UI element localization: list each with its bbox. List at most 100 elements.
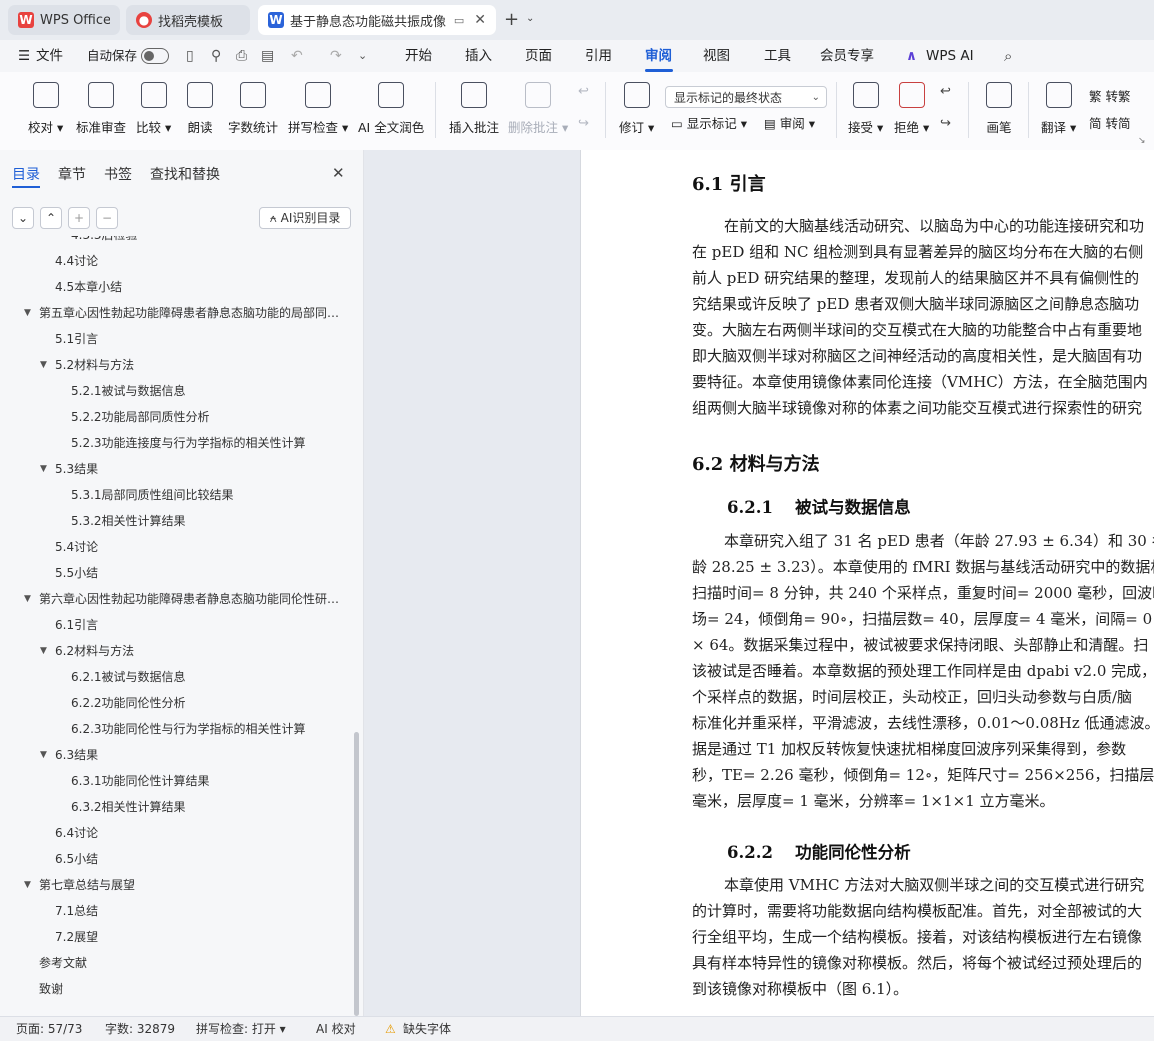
show-markup-button[interactable]: ▭ 显示标记 ▾ xyxy=(671,114,747,134)
toc-item[interactable]: 6.1引言 xyxy=(55,612,340,638)
close-pane-icon[interactable]: ✕ xyxy=(332,164,345,182)
tab-list-chevron-icon[interactable]: ⌄ xyxy=(526,13,534,24)
share-icon[interactable]: ⚲ xyxy=(211,40,221,72)
expand-caret-icon[interactable]: ▼ xyxy=(24,880,31,890)
nav-tab-chapter[interactable]: 章节 xyxy=(58,164,86,184)
toc-item[interactable]: 6.5小结 xyxy=(55,846,340,872)
ribbon-expand-icon[interactable]: ↘ xyxy=(1138,136,1146,146)
expand-caret-icon[interactable]: ▼ xyxy=(40,646,47,656)
translate-button[interactable]: 翻译 ▾ xyxy=(1041,78,1076,142)
toc-item[interactable]: 致谢 xyxy=(39,976,340,1002)
undo-icon[interactable]: ↶ xyxy=(291,40,303,72)
toc-item[interactable]: 4.4讨论 xyxy=(55,248,340,274)
nav-tab-bookmark[interactable]: 书签 xyxy=(104,164,132,184)
toc-item[interactable]: 5.1引言 xyxy=(55,326,340,352)
word-count-button[interactable]: 字数统计 xyxy=(228,78,278,142)
toc-item[interactable]: 参考文献 xyxy=(39,950,340,976)
expand-caret-icon[interactable]: ▼ xyxy=(24,308,31,318)
pen-button[interactable]: 画笔 xyxy=(986,78,1012,142)
delete-comment-button[interactable]: 删除批注 ▾ xyxy=(508,78,568,142)
toc-item[interactable]: 第六章心因性勃起功能障碍患者静息态脑功能同伦性研 ... xyxy=(39,586,340,612)
toc-item[interactable]: 6.3.1功能同伦性计算结果 xyxy=(71,768,340,794)
nav-tab-find-replace[interactable]: 查找和替换 xyxy=(150,164,220,184)
to-traditional-button[interactable]: 繁 转繁 xyxy=(1089,87,1131,107)
toc-item[interactable]: 第七章总结与展望 xyxy=(39,872,340,898)
expand-caret-icon[interactable]: ▼ xyxy=(40,464,47,474)
accept-button[interactable]: 接受 ▾ xyxy=(848,78,883,142)
ai-recognize-toc-button[interactable]: ⍲ AI识别目录 xyxy=(259,207,351,229)
proofread-button[interactable]: 校对 ▾ xyxy=(28,78,63,142)
save-icon[interactable]: ▯ xyxy=(186,40,194,72)
tab-document[interactable]: W 基于静息态功能磁共振成像的 ▭ ✕ xyxy=(258,5,496,35)
tab-wps-office[interactable]: W WPS Office xyxy=(8,5,120,35)
toc-item[interactable]: 5.3结果 xyxy=(55,456,340,482)
redo-icon[interactable]: ↷ xyxy=(330,40,342,72)
next-comment-icon[interactable]: ↪ xyxy=(578,116,589,131)
track-changes-button[interactable]: 修订 ▾ xyxy=(619,78,654,142)
toc-item[interactable]: 5.2.2功能局部同质性分析 xyxy=(71,404,340,430)
menu-reference[interactable]: 引用 xyxy=(585,40,612,72)
toc-item[interactable]: 7.1总结 xyxy=(55,898,340,924)
toc-item[interactable]: 6.2.3功能同伦性与行为学指标的相关性计算 xyxy=(71,716,340,742)
nav-tab-toc[interactable]: 目录 xyxy=(12,164,40,184)
add-heading-plus-icon[interactable]: + xyxy=(68,207,90,229)
toc-item[interactable]: 5.3.1局部同质性组间比较结果 xyxy=(71,482,340,508)
print-preview-icon[interactable]: ▤ xyxy=(261,40,274,72)
review-pane-button[interactable]: ▤ 审阅 ▾ xyxy=(764,114,815,134)
insert-comment-button[interactable]: 插入批注 xyxy=(449,78,499,142)
remove-heading-minus-icon[interactable]: − xyxy=(96,207,118,229)
menu-member[interactable]: 会员专享 xyxy=(820,40,874,72)
toc-scrollbar[interactable] xyxy=(354,732,359,1016)
toc-item[interactable]: 5.5小结 xyxy=(55,560,340,586)
next-change-icon[interactable]: ↪ xyxy=(940,116,951,131)
spell-check-button[interactable]: 拼写检查 ▾ xyxy=(288,78,348,142)
toc-item[interactable]: 6.2材料与方法 xyxy=(55,638,340,664)
toc-item[interactable]: 5.3.2相关性计算结果 xyxy=(71,508,340,534)
previous-change-icon[interactable]: ↩ xyxy=(940,84,951,99)
collapse-all-chevron-down-icon[interactable]: ⌄ xyxy=(12,207,34,229)
toc-item[interactable]: 5.2.3功能连接度与行为学指标的相关性计算 xyxy=(71,430,340,456)
read-aloud-button[interactable]: 朗读 xyxy=(187,78,213,142)
menu-insert[interactable]: 插入 xyxy=(465,40,492,72)
page-indicator[interactable]: 页面: 57/73 xyxy=(16,1017,82,1041)
autosave-toggle[interactable] xyxy=(141,48,169,64)
toc-item[interactable]: 7.2展望 xyxy=(55,924,340,950)
file-menu[interactable]: 文件 xyxy=(36,40,63,72)
expand-chevron-up-icon[interactable]: ⌃ xyxy=(40,207,62,229)
close-tab-icon[interactable]: ✕ xyxy=(474,12,486,28)
expand-caret-icon[interactable]: ▼ xyxy=(40,360,47,370)
search-icon[interactable]: ⌕ xyxy=(1004,40,1012,72)
window-icon[interactable]: ▭ xyxy=(454,14,464,27)
previous-comment-icon[interactable]: ↩ xyxy=(578,84,589,99)
menu-tools[interactable]: 工具 xyxy=(764,40,791,72)
toc-item[interactable]: 6.2.2功能同伦性分析 xyxy=(71,690,340,716)
expand-caret-icon[interactable]: ▼ xyxy=(24,594,31,604)
toc-item[interactable]: 4.3.3后检验 xyxy=(71,236,340,248)
document-page[interactable]: 6.1 引言 在前文的大脑基线活动研究、以脑岛为中心的功能连接研究和功在 pED… xyxy=(580,150,1154,1016)
compare-button[interactable]: 比较 ▾ xyxy=(136,78,171,142)
hamburger-icon[interactable]: ☰ xyxy=(18,40,30,72)
tab-template[interactable]: ● 找稻壳模板 xyxy=(126,5,250,35)
word-count-indicator[interactable]: 字数: 32879 xyxy=(105,1017,175,1041)
quick-access-chevron-icon[interactable]: ⌄ xyxy=(358,40,367,72)
new-tab-plus-icon[interactable]: + xyxy=(504,9,519,30)
markup-mode-select[interactable]: 显示标记的最终状态 ⌄ xyxy=(665,86,827,108)
toc-item[interactable]: 5.4讨论 xyxy=(55,534,340,560)
missing-font-status[interactable]: 缺失字体 xyxy=(403,1017,451,1041)
menu-view[interactable]: 视图 xyxy=(703,40,730,72)
menu-wps-ai[interactable]: WPS AI xyxy=(926,40,974,72)
menu-page[interactable]: 页面 xyxy=(525,40,552,72)
toc-item[interactable]: 4.5本章小结 xyxy=(55,274,340,300)
toc-item[interactable]: 6.3结果 xyxy=(55,742,340,768)
expand-caret-icon[interactable]: ▼ xyxy=(40,750,47,760)
toc-item[interactable]: 6.3.2相关性计算结果 xyxy=(71,794,340,820)
toc-item[interactable]: 6.4讨论 xyxy=(55,820,340,846)
toc-item[interactable]: 5.2.1被试与数据信息 xyxy=(71,378,340,404)
ai-polish-button[interactable]: AI 全文润色 xyxy=(358,78,424,142)
toc-item[interactable]: 第五章心因性勃起功能障碍患者静息态脑功能的局部同 ... xyxy=(39,300,340,326)
print-icon[interactable]: ⎙ xyxy=(236,40,247,72)
reject-button[interactable]: 拒绝 ▾ xyxy=(894,78,929,142)
to-simplified-button[interactable]: 简 转简 xyxy=(1089,114,1131,134)
toc-item[interactable]: 6.2.1被试与数据信息 xyxy=(71,664,340,690)
spell-check-status[interactable]: 拼写检查: 打开 ▾ xyxy=(196,1017,286,1041)
